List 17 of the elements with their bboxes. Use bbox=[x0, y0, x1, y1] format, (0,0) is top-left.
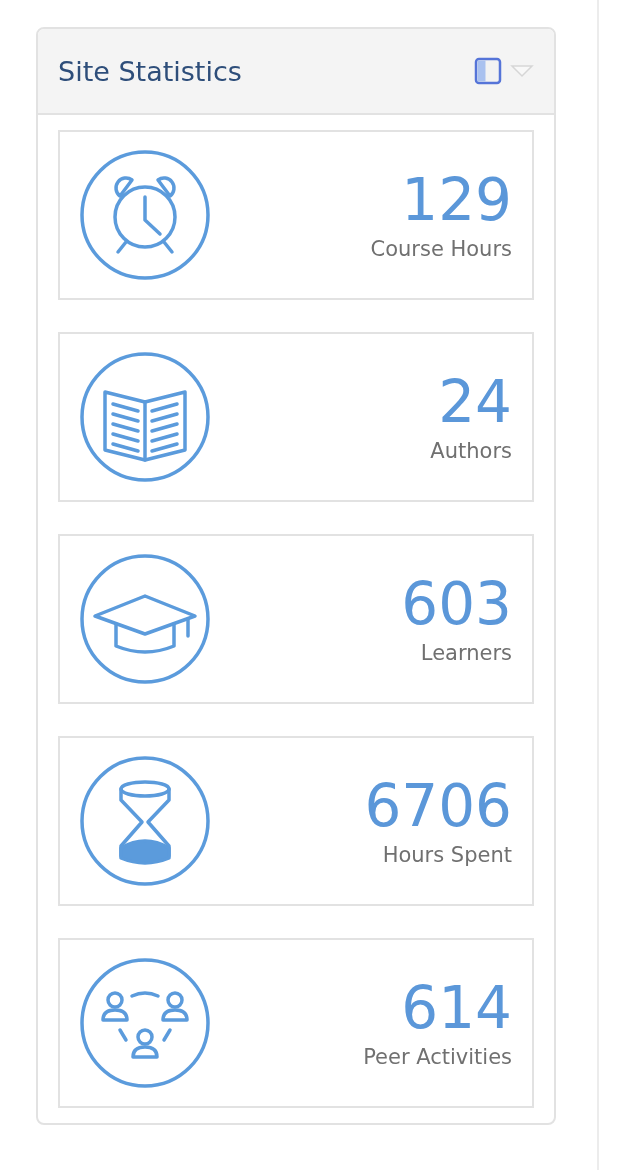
stat-label: Peer Activities bbox=[363, 1044, 512, 1069]
open-book-icon bbox=[80, 352, 210, 482]
stat-label: Course Hours bbox=[370, 236, 512, 261]
stat-label: Learners bbox=[420, 640, 512, 665]
panel-toggle-icon[interactable] bbox=[474, 57, 502, 85]
stat-value: 129 bbox=[401, 169, 512, 233]
alarm-clock-icon bbox=[80, 150, 210, 280]
hourglass-icon bbox=[80, 756, 210, 886]
stat-value: 24 bbox=[438, 371, 512, 435]
stat-label: Hours Spent bbox=[382, 842, 512, 867]
panel-title: Site Statistics bbox=[58, 55, 242, 87]
people-group-icon bbox=[80, 958, 210, 1088]
stat-label: Authors bbox=[430, 438, 512, 463]
graduation-cap-icon bbox=[80, 554, 210, 684]
stat-value: 614 bbox=[401, 977, 512, 1041]
stat-value: 603 bbox=[401, 573, 512, 637]
stat-value: 6706 bbox=[364, 775, 512, 839]
